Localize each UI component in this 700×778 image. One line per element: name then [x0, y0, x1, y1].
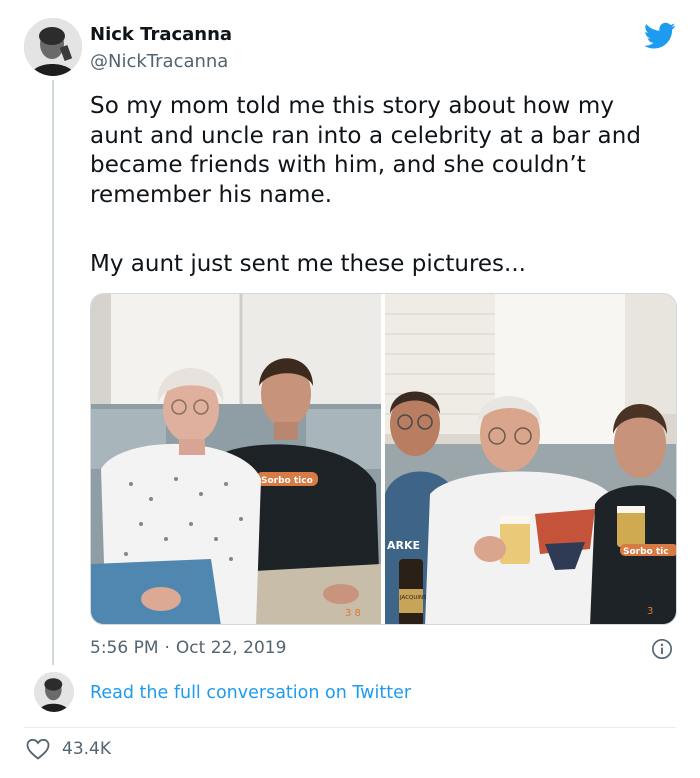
left-shirt-logo: Sorbo tico: [261, 476, 313, 486]
divider: [24, 727, 676, 728]
heart-icon: [26, 738, 50, 760]
read-full-conversation-link[interactable]: Read the full conversation on Twitter: [90, 683, 411, 703]
author-avatar[interactable]: [24, 18, 82, 76]
like-button[interactable]: 43.4K: [26, 738, 111, 760]
like-count: 43.4K: [62, 739, 111, 759]
left-date-stamp: 3 8: [345, 608, 361, 619]
reply-avatar[interactable]: [34, 672, 74, 712]
author-name[interactable]: Nick Tracanna: [90, 24, 232, 45]
info-icon[interactable]: [651, 638, 673, 660]
tweet-media[interactable]: Sorbo tico 3 8 ARKE JACQUINS ROCK Sorbo …: [90, 293, 677, 625]
right-date-stamp: 3: [647, 606, 653, 617]
tweet-timestamp[interactable]: 5:56 PM · Oct 22, 2019: [90, 638, 286, 658]
author-handle[interactable]: @NickTracanna: [90, 51, 228, 72]
photo-left[interactable]: Sorbo tico 3 8: [91, 294, 381, 624]
tweet-text: So my mom told me this story about how m…: [90, 93, 649, 208]
tweet-text-second-paragraph: My aunt just sent me these pictures...: [90, 251, 526, 277]
right-shirt-logo: Sorbo tic: [623, 547, 669, 557]
thread-line: [52, 80, 54, 665]
right-shirt-text: ARKE: [387, 539, 420, 552]
tweet-date: Oct 22, 2019: [175, 638, 287, 658]
tweet-time: 5:56 PM: [90, 638, 159, 658]
photo-right[interactable]: ARKE JACQUINS ROCK Sorbo tic 3: [385, 294, 676, 624]
twitter-bird-icon[interactable]: [644, 22, 676, 50]
timestamp-separator: ·: [164, 638, 170, 658]
